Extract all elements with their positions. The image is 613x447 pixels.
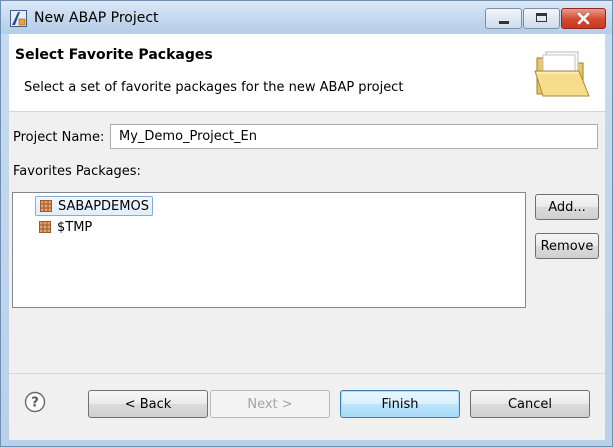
page-title: Select Favorite Packages xyxy=(15,47,213,63)
folder-open-icon xyxy=(534,51,590,97)
footer-divider xyxy=(9,373,605,374)
wizard-banner: Select Favorite Packages Select a set of… xyxy=(9,34,605,112)
abap-project-icon xyxy=(10,10,27,27)
minimize-button[interactable] xyxy=(485,8,522,29)
maximize-icon xyxy=(536,13,547,22)
package-name: $TMP xyxy=(57,220,93,235)
help-icon[interactable]: ? xyxy=(24,391,46,413)
maximize-button[interactable] xyxy=(523,8,560,29)
svg-text:?: ? xyxy=(31,396,39,411)
dialog-window: New ABAP Project Select Favorite Package… xyxy=(0,0,613,447)
package-name: SABAPDEMOS xyxy=(58,199,149,214)
favorites-package-list[interactable]: SABAPDEMOS $TMP xyxy=(12,192,526,308)
add-package-button[interactable]: Add... xyxy=(535,194,599,220)
package-icon xyxy=(40,200,52,212)
package-icon xyxy=(39,221,51,233)
minimize-icon xyxy=(499,21,509,24)
finish-button[interactable]: Finish xyxy=(340,390,460,418)
page-description: Select a set of favorite packages for th… xyxy=(24,80,404,95)
remove-package-button[interactable]: Remove xyxy=(535,233,599,259)
cancel-button[interactable]: Cancel xyxy=(470,390,590,418)
favorites-packages-label: Favorites Packages: xyxy=(13,164,141,179)
window-title: New ABAP Project xyxy=(34,10,159,26)
project-name-input[interactable]: My_Demo_Project_En xyxy=(110,124,598,149)
list-item-sabapdemos[interactable]: SABAPDEMOS xyxy=(35,196,153,216)
dialog-client-area: Select Favorite Packages Select a set of… xyxy=(9,34,605,440)
close-button[interactable] xyxy=(561,8,606,29)
project-name-label: Project Name: xyxy=(13,130,105,145)
close-icon xyxy=(577,12,590,25)
list-item-tmp[interactable]: $TMP xyxy=(35,218,95,238)
back-button[interactable]: < Back xyxy=(88,390,208,418)
title-bar[interactable]: New ABAP Project xyxy=(1,1,612,34)
next-button[interactable]: Next > xyxy=(210,390,330,418)
